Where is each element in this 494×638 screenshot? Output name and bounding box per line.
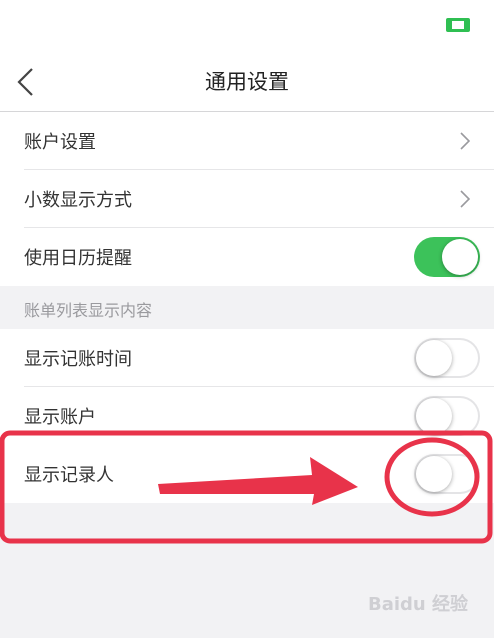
row-label: 账户设置 — [24, 132, 96, 153]
show-recorder-toggle[interactable] — [414, 454, 480, 494]
watermark: Baidu 经验 — [367, 594, 468, 615]
show-account-toggle[interactable] — [414, 396, 480, 436]
display-list: 显示记账时间 显示账户 — [0, 329, 494, 445]
section-header: 账单列表显示内容 — [0, 288, 494, 329]
row-show-time: 显示记账时间 — [0, 329, 494, 387]
row-label: 显示账户 — [24, 407, 96, 428]
chevron-right-icon — [460, 132, 470, 150]
toggle-knob — [416, 456, 452, 492]
row-show-recorder: 显示记录人 — [0, 445, 494, 503]
settings-list: 账户设置 小数显示方式 使用日历提醒 — [0, 112, 494, 286]
calendar-reminder-toggle[interactable] — [414, 237, 480, 277]
status-bar — [0, 0, 494, 50]
show-time-toggle[interactable] — [414, 338, 480, 378]
toggle-knob — [416, 398, 452, 434]
row-label: 显示记账时间 — [24, 349, 132, 370]
row-label: 显示记录人 — [24, 465, 114, 486]
chevron-right-icon — [460, 190, 470, 208]
toggle-knob — [442, 239, 478, 275]
toggle-knob — [416, 340, 452, 376]
row-account-settings[interactable]: 账户设置 — [0, 112, 494, 170]
battery-icon — [446, 18, 470, 32]
row-show-account: 显示账户 — [0, 387, 494, 445]
row-label: 使用日历提醒 — [24, 248, 132, 269]
nav-bar: 通用设置 — [0, 50, 494, 112]
row-calendar-reminder: 使用日历提醒 — [0, 228, 494, 286]
page-title: 通用设置 — [205, 70, 289, 94]
row-decimal-display[interactable]: 小数显示方式 — [0, 170, 494, 228]
row-label: 小数显示方式 — [24, 190, 132, 211]
section-label: 账单列表显示内容 — [24, 301, 153, 320]
